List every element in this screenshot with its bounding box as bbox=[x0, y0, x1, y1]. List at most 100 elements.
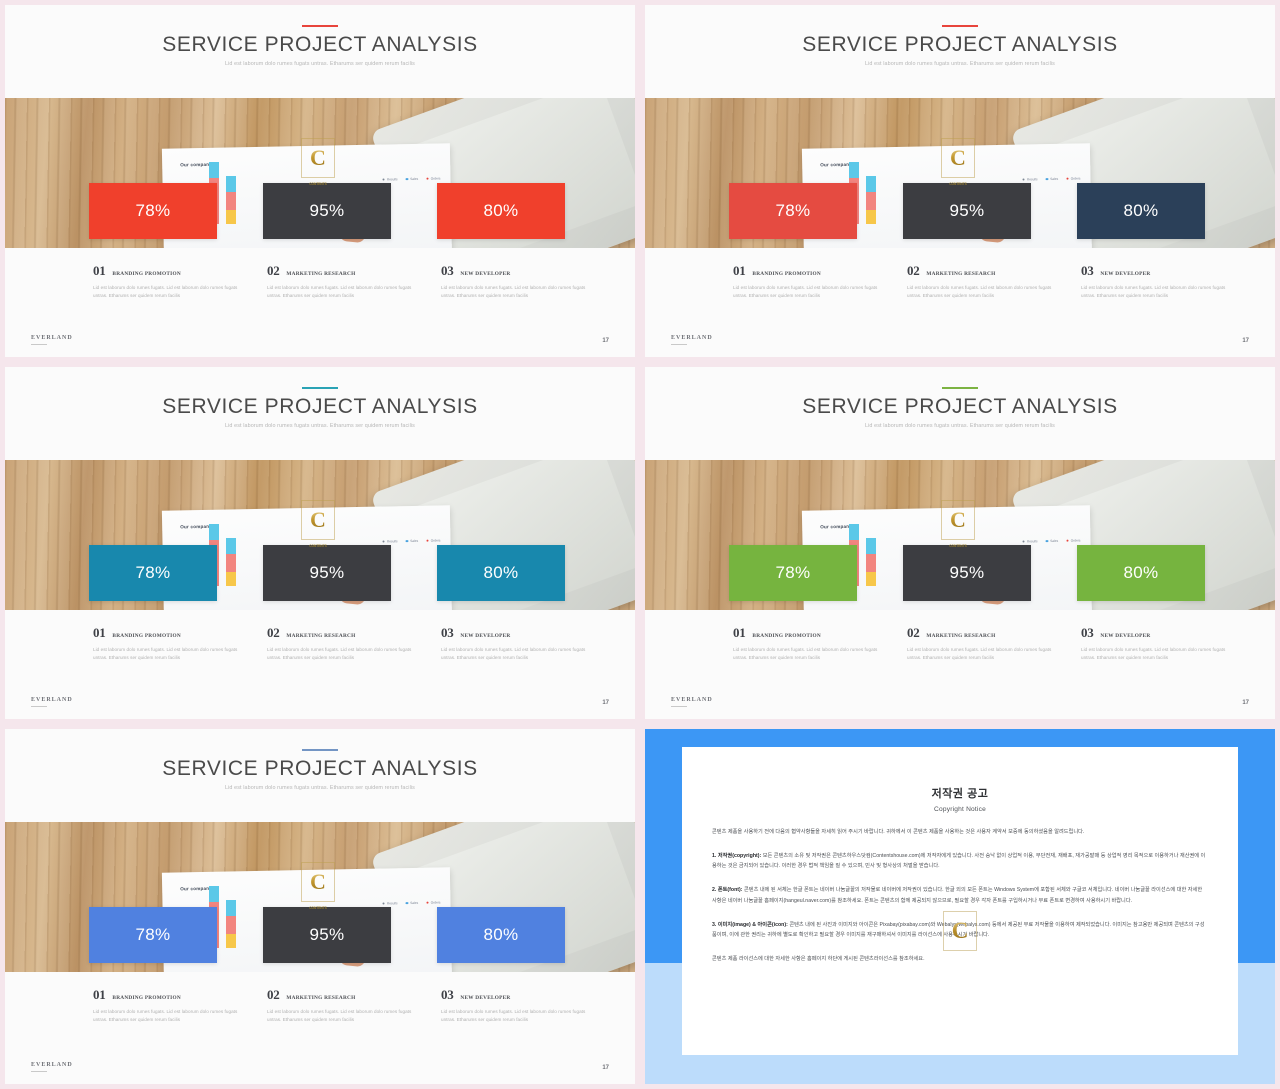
column-number: 02 bbox=[267, 987, 280, 1002]
stat-card-2[interactable]: 95% bbox=[903, 183, 1031, 239]
copyright-card: 저작권 공고 Copyright Notice 콘텐츠 제품을 사용하기 전에 … bbox=[682, 747, 1238, 1055]
info-column-1: 01 BRANDING PROMOTION Lid est laborum do… bbox=[93, 263, 243, 301]
watermark-letter: C bbox=[310, 507, 326, 532]
column-body: Lid est laborum dolo rumes fugats. Lid e… bbox=[441, 1009, 586, 1023]
stat-card-2[interactable]: 95% bbox=[263, 183, 391, 239]
page-subtitle: Lid est laborum dolo rumes fugats untras… bbox=[225, 423, 415, 429]
legend-item: Results bbox=[1022, 539, 1038, 543]
page-title: SERVICE PROJECT ANALYSIS bbox=[162, 395, 478, 418]
legend-label: Sales bbox=[1050, 176, 1059, 182]
info-column-3: 03 NEW DEVELOPER Lid est laborum dolo ru… bbox=[1081, 263, 1231, 301]
stat-card-1[interactable]: 78% bbox=[89, 183, 217, 239]
footer-page-number: 17 bbox=[602, 700, 609, 706]
slide-green[interactable]: SERVICE PROJECT ANALYSIS Lid est laborum… bbox=[645, 367, 1275, 719]
section-heading: 2. 폰트(font): bbox=[712, 887, 743, 894]
column-title: BRANDING PROMOTION bbox=[112, 271, 181, 277]
info-column-2: 02 MARKETING RESEARCH Lid est laborum do… bbox=[267, 263, 417, 301]
footer-page-number: 17 bbox=[602, 1065, 609, 1071]
slide-cell-6[interactable]: 저작권 공고 Copyright Notice 콘텐츠 제품을 사용하기 전에 … bbox=[640, 724, 1280, 1089]
column-body: Lid est laborum dolo rumes fugats. Lid e… bbox=[441, 647, 586, 661]
copyright-title: 저작권 공고 bbox=[931, 788, 989, 800]
stat-value: 95% bbox=[949, 563, 985, 582]
legend-item: Orders bbox=[426, 538, 441, 543]
stat-value: 78% bbox=[775, 201, 811, 220]
watermark-letter: C bbox=[951, 918, 969, 943]
info-column-2: 02 MARKETING RESEARCH Lid est laborum do… bbox=[907, 625, 1057, 663]
legend-label: Orders bbox=[430, 176, 441, 181]
slide-cell-1[interactable]: SERVICE PROJECT ANALYSIS Lid est laborum… bbox=[0, 0, 640, 362]
contents-watermark-icon: C CONTENTS bbox=[301, 138, 335, 186]
accent-line bbox=[942, 25, 978, 27]
column-header: 02 MARKETING RESEARCH bbox=[907, 263, 1057, 279]
contents-watermark-icon: C CONTENTS bbox=[301, 500, 335, 548]
column-header: 01 BRANDING PROMOTION bbox=[93, 263, 243, 279]
paper-label: Our company bbox=[820, 523, 853, 530]
page-subtitle: Lid est laborum dolo rumes fugats untras… bbox=[225, 61, 415, 67]
info-column-3: 03 NEW DEVELOPER Lid est laborum dolo ru… bbox=[441, 625, 591, 663]
slide-red[interactable]: SERVICE PROJECT ANALYSIS Lid est laborum… bbox=[5, 5, 635, 357]
column-title: MARKETING RESEARCH bbox=[286, 633, 356, 639]
contents-watermark-icon: C CONTENTS bbox=[941, 138, 975, 186]
legend-item: Results bbox=[382, 901, 398, 905]
legend-item: Results bbox=[382, 177, 398, 182]
stat-card-1[interactable]: 78% bbox=[729, 183, 857, 239]
stat-value: 78% bbox=[775, 563, 811, 582]
slide-cell-2[interactable]: SERVICE PROJECT ANALYSIS Lid est laborum… bbox=[640, 0, 1280, 362]
column-title: BRANDING PROMOTION bbox=[112, 995, 181, 1001]
watermark-caption: CONTENTS bbox=[309, 544, 327, 548]
stat-card-1[interactable]: 78% bbox=[89, 545, 217, 601]
contents-watermark-icon: C CONTENTS bbox=[301, 862, 335, 910]
column-title: NEW DEVELOPER bbox=[460, 995, 511, 1001]
slide-cell-4[interactable]: SERVICE PROJECT ANALYSIS Lid est laborum… bbox=[640, 362, 1280, 724]
column-number: 01 bbox=[93, 625, 106, 640]
stat-card-3[interactable]: 80% bbox=[437, 545, 565, 601]
footer-brand: EVERLAND bbox=[671, 335, 713, 345]
legend-dot-orders bbox=[1066, 177, 1069, 181]
stat-card-2[interactable]: 95% bbox=[263, 907, 391, 963]
watermark-letter: C bbox=[950, 145, 966, 170]
page-title: SERVICE PROJECT ANALYSIS bbox=[802, 33, 1118, 56]
column-number: 03 bbox=[441, 625, 454, 640]
stat-value: 80% bbox=[483, 925, 519, 944]
column-number: 01 bbox=[733, 625, 746, 640]
legend-label: Sales bbox=[410, 900, 419, 906]
slide-teal[interactable]: SERVICE PROJECT ANALYSIS Lid est laborum… bbox=[5, 367, 635, 719]
watermark-letter: C bbox=[310, 869, 326, 894]
legend-label: Sales bbox=[410, 538, 419, 544]
stat-card-3[interactable]: 80% bbox=[1077, 183, 1205, 239]
legend-dot-sales bbox=[405, 177, 409, 181]
info-column-3: 03 NEW DEVELOPER Lid est laborum dolo ru… bbox=[1081, 625, 1231, 663]
legend-item: Sales bbox=[405, 538, 419, 544]
copyright-slide[interactable]: 저작권 공고 Copyright Notice 콘텐츠 제품을 사용하기 전에 … bbox=[645, 729, 1275, 1084]
legend-dot-sales bbox=[1045, 177, 1049, 181]
stat-card-3[interactable]: 80% bbox=[1077, 545, 1205, 601]
legend-item: Orders bbox=[1066, 538, 1081, 543]
paper-label: Our company bbox=[180, 161, 213, 168]
stat-card-1[interactable]: 78% bbox=[729, 545, 857, 601]
legend-item: Orders bbox=[1066, 176, 1081, 181]
column-header: 03 NEW DEVELOPER bbox=[441, 625, 591, 641]
page-subtitle: Lid est laborum dolo rumes fugats untras… bbox=[865, 61, 1055, 67]
slide-cell-5[interactable]: SERVICE PROJECT ANALYSIS Lid est laborum… bbox=[0, 724, 640, 1089]
column-body: Lid est laborum dolo rumes fugats. Lid e… bbox=[93, 647, 238, 661]
slide-amber[interactable]: SERVICE PROJECT ANALYSIS Lid est laborum… bbox=[645, 5, 1275, 357]
footer-brand: EVERLAND bbox=[31, 335, 73, 345]
stat-card-3[interactable]: 80% bbox=[437, 907, 565, 963]
legend-label: Results bbox=[386, 177, 398, 182]
legend-label: Orders bbox=[1070, 538, 1081, 543]
copyright-intro: 콘텐츠 제품을 사용하기 전에 다음의 협약사항들을 자세히 읽어 주시기 바랍… bbox=[712, 829, 1085, 835]
info-column-3: 03 NEW DEVELOPER Lid est laborum dolo ru… bbox=[441, 987, 591, 1025]
footer-brand: EVERLAND bbox=[31, 1062, 73, 1072]
legend-dot-results bbox=[1022, 178, 1025, 181]
slide-blue[interactable]: SERVICE PROJECT ANALYSIS Lid est laborum… bbox=[5, 729, 635, 1084]
stat-card-3[interactable]: 80% bbox=[437, 183, 565, 239]
bar-stack bbox=[226, 538, 236, 586]
stat-card-2[interactable]: 95% bbox=[263, 545, 391, 601]
stat-card-1[interactable]: 78% bbox=[89, 907, 217, 963]
stat-card-2[interactable]: 95% bbox=[903, 545, 1031, 601]
legend-dot-orders bbox=[426, 539, 429, 543]
slide-cell-3[interactable]: SERVICE PROJECT ANALYSIS Lid est laborum… bbox=[0, 362, 640, 724]
section-text: 콘텐츠 내에 된 서체는 한글 폰트는 네이버 나눔글꼴의 저작물로 네이버에 … bbox=[712, 887, 1203, 904]
column-body: Lid est laborum dolo rumes fugats. Lid e… bbox=[267, 285, 412, 299]
column-number: 03 bbox=[1081, 263, 1094, 278]
